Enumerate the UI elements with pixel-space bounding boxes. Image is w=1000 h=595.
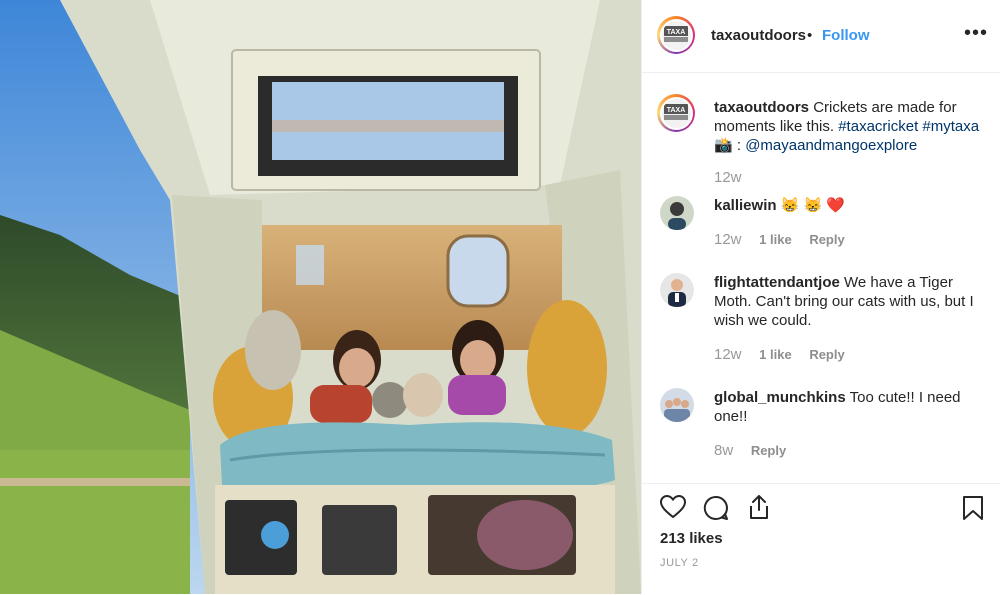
svg-text:TAXA: TAXA [667, 29, 686, 36]
comment-2-reply[interactable]: Reply [809, 347, 844, 362]
follow-button[interactable]: Follow [822, 27, 870, 44]
comment-3-reply[interactable]: Reply [751, 443, 786, 458]
post-username[interactable]: taxaoutdoors [711, 27, 806, 44]
caption-avatar[interactable]: TAXA [657, 94, 695, 132]
comment-2-username[interactable]: flightattendantjoe [714, 274, 840, 291]
caption-time[interactable]: 12w [714, 169, 742, 186]
share-icon[interactable] [746, 494, 772, 525]
separator-dot: • [807, 27, 813, 44]
post-date[interactable]: JULY 2 [660, 557, 699, 569]
comment-1-body: 😸 😸 ❤️ [780, 197, 846, 214]
comment-2-text: flightattendantjoe We have a Tiger Moth.… [714, 273, 992, 330]
avatar-image [660, 196, 694, 230]
credit-separator: : [736, 137, 742, 154]
commenter-avatar-3[interactable] [660, 388, 694, 422]
comment-3-time[interactable]: 8w [714, 442, 733, 459]
post-panel: TAXA taxaoutdoors • Follow ••• TAXA taxa… [641, 0, 1000, 594]
post-photo[interactable] [0, 0, 641, 594]
avatar-image [660, 273, 694, 307]
svg-text:TAXA: TAXA [667, 107, 686, 114]
caption-mention[interactable]: @mayaandmangoexplore [745, 137, 917, 154]
comment-1-username[interactable]: kalliewin [714, 197, 777, 214]
commenter-avatar-2[interactable] [660, 273, 694, 307]
heart-icon[interactable] [659, 494, 687, 524]
comment-1-likes[interactable]: 1 like [759, 232, 792, 247]
avatar-image [660, 388, 694, 422]
caption-meta: 12w [714, 169, 756, 186]
caption-username[interactable]: taxaoutdoors [714, 99, 809, 116]
post-header: TAXA taxaoutdoors • Follow ••• [642, 0, 1000, 73]
post-image [0, 0, 641, 594]
comment-3-text: global_munchkins Too cute!! I need one!! [714, 388, 992, 426]
bookmark-icon[interactable] [962, 495, 984, 526]
comment-1-reply[interactable]: Reply [809, 232, 844, 247]
comment-3-username[interactable]: global_munchkins [714, 389, 846, 406]
more-icon[interactable]: ••• [964, 22, 988, 45]
profile-avatar[interactable]: TAXA [657, 16, 695, 54]
comment-1-text: kalliewin 😸 😸 ❤️ [714, 196, 992, 215]
comment-1-time[interactable]: 12w [714, 231, 742, 248]
taxa-logo-icon: TAXA [664, 26, 688, 42]
comment-2-likes[interactable]: 1 like [759, 347, 792, 362]
comment-2-meta: 12w 1 like Reply [714, 346, 859, 363]
comment-1-meta: 12w 1 like Reply [714, 231, 859, 248]
commenter-avatar-1[interactable] [660, 196, 694, 230]
comment-2-time[interactable]: 12w [714, 346, 742, 363]
caption-text: taxaoutdoors Crickets are made for momen… [714, 98, 992, 155]
action-bar: 213 likes JULY 2 [642, 483, 1000, 595]
likes-count[interactable]: 213 likes [660, 530, 723, 547]
comment-3-meta: 8w Reply [714, 442, 800, 459]
taxa-logo-icon: TAXA [664, 104, 688, 120]
comment-icon[interactable] [703, 495, 729, 526]
camera-emoji: 📸 [714, 137, 733, 154]
comments-section: TAXA taxaoutdoors Crickets are made for … [642, 73, 1000, 483]
caption-hashtags[interactable]: #taxacricket #mytaxa [838, 118, 979, 135]
